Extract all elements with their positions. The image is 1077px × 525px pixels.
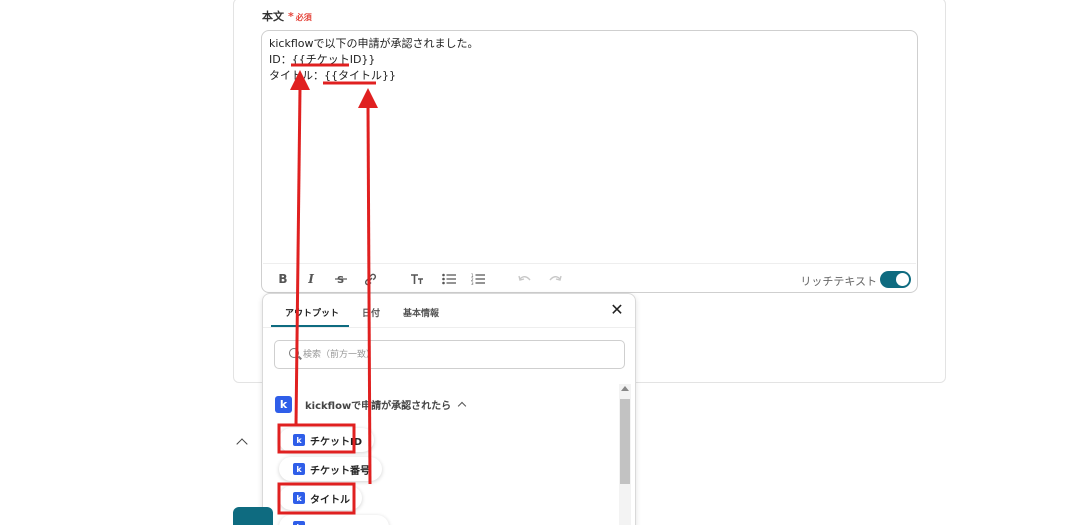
rich-text-label: リッチテキスト [800, 275, 877, 288]
search-input[interactable] [303, 347, 603, 363]
text-size-icon[interactable] [408, 270, 426, 288]
scrollbar-thumb[interactable] [620, 399, 630, 484]
kickflow-logo-icon: k [293, 521, 305, 525]
group-header[interactable]: k kickflowで申請が承認されたら [275, 394, 467, 414]
bullet-list-icon[interactable] [440, 270, 458, 288]
required-star: * [288, 10, 294, 23]
variable-chip-ticket-id[interactable]: k チケットID [279, 428, 375, 452]
tab-output[interactable]: アウトプット [285, 306, 339, 319]
chip-label: チケットID [310, 436, 363, 448]
search-icon [289, 348, 299, 358]
body-editor[interactable]: kickflowで以下の申請が承認されました。 ID：{{チケットID}} タイ… [261, 30, 918, 293]
kickflow-logo-icon: k [293, 463, 305, 475]
chip-label: チケット番号 [310, 465, 370, 477]
kickflow-logo-icon: k [293, 434, 305, 446]
group-title: kickflowで申請が承認されたら [305, 400, 452, 412]
rich-text-toggle[interactable] [880, 271, 911, 288]
kickflow-logo-icon: k [275, 395, 292, 413]
field-label-text: 本文 [262, 10, 284, 23]
tab-basic-info[interactable]: 基本情報 [403, 306, 439, 319]
field-label: 本文 * 必須 [262, 8, 312, 24]
close-icon[interactable]: ✕ [609, 302, 625, 318]
variable-chip-title[interactable]: k タイトル [279, 486, 362, 510]
variable-chip-ticket-number[interactable]: k チケット番号 [279, 457, 382, 481]
strikethrough-icon[interactable]: S [332, 270, 350, 288]
chevron-up-icon[interactable] [236, 438, 248, 450]
scrollbar[interactable] [619, 384, 631, 525]
kickflow-logo-icon: k [293, 492, 305, 504]
page: 本文 * 必須 kickflowで以下の申請が承認されました。 ID：{{チケットI… [0, 0, 1077, 525]
variable-chip-partial[interactable]: k [279, 515, 389, 525]
redo-icon[interactable] [546, 270, 564, 288]
variable-picker-popup: アウトプット 日付 基本情報 ✕ k kickflowで申請が承認されたら k … [262, 293, 636, 525]
link-icon[interactable] [361, 270, 379, 288]
svg-text:S: S [337, 275, 344, 285]
chip-label: タイトル [310, 494, 350, 506]
search-box[interactable] [274, 340, 625, 369]
popup-tabs: アウトプット 日付 基本情報 [263, 294, 635, 328]
undo-icon[interactable] [516, 270, 534, 288]
svg-text:3: 3 [471, 281, 474, 285]
bold-icon[interactable]: B [274, 270, 292, 288]
primary-button[interactable] [233, 507, 273, 525]
editor-content[interactable]: kickflowで以下の申請が承認されました。 ID：{{チケットID}} タイ… [269, 36, 479, 84]
editor-toolbar: B I S 123 リッチテキスト [262, 267, 917, 291]
italic-icon[interactable]: I [302, 270, 320, 288]
required-badge: 必須 [295, 13, 312, 22]
active-tab-indicator [271, 325, 349, 327]
scroll-up-icon[interactable] [621, 386, 629, 391]
editor-divider [263, 263, 916, 264]
tab-date[interactable]: 日付 [362, 306, 380, 319]
numbered-list-icon[interactable]: 123 [469, 270, 487, 288]
chevron-up-icon[interactable] [457, 401, 467, 410]
